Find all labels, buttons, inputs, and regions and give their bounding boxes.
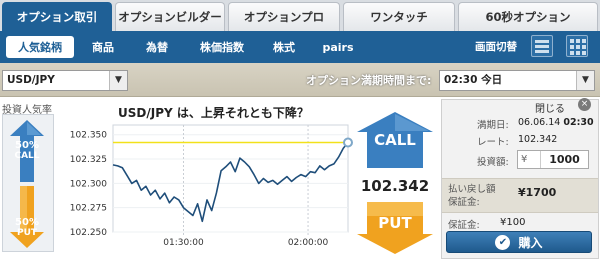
plot-area: [112, 124, 349, 233]
invest-amount-value[interactable]: 1000: [540, 151, 588, 168]
price-chart[interactable]: 102.350 102.325 102.300 102.275 102.250 01:30…: [58, 120, 353, 250]
payout-value: ¥1700: [518, 186, 557, 199]
deposit-label: 保証金:: [448, 220, 480, 231]
chevron-down-icon: ▼: [576, 71, 594, 90]
current-price-marker: [343, 137, 353, 148]
close-link[interactable]: 閉じる: [535, 100, 565, 115]
call-sentiment-percent: 50%: [15, 140, 39, 151]
close-icon[interactable]: ×: [578, 98, 591, 111]
buy-button[interactable]: ✔ 購入: [446, 231, 592, 253]
expiry-select[interactable]: 02:30 今日 ▼: [439, 70, 595, 91]
view-switch-label: 画面切替: [475, 41, 517, 53]
chart-title: USD/JPY は、上昇それとも下降？: [118, 106, 309, 120]
put-button-label[interactable]: PUT: [357, 214, 433, 232]
product-tabbar: オプション取引 オプションビルダー オプションプロ ワンタッチ 60秒オプション: [0, 0, 600, 31]
expiry-label: オプション満期時間まで:: [306, 74, 432, 87]
expiry-date-label: 満期日:: [477, 120, 509, 131]
chevron-down-icon: ▼: [109, 71, 127, 90]
x-tick-label: 02:00:00: [288, 238, 329, 248]
category-stocks[interactable]: 株式: [265, 36, 303, 58]
asset-select-value: USD/JPY: [7, 74, 55, 86]
category-commodities[interactable]: 商品: [84, 36, 122, 58]
category-forex[interactable]: 為替: [138, 36, 176, 58]
tab-option-trading[interactable]: オプション取引: [2, 2, 112, 31]
expiry-select-value: 02:30 今日: [444, 74, 503, 86]
check-icon: ✔: [495, 234, 511, 250]
buy-button-label: 購入: [518, 235, 543, 250]
grid-view-icon[interactable]: [566, 35, 588, 57]
payout-label: 払い戻し額: [448, 184, 496, 195]
put-sentiment-percent: 50%: [15, 217, 39, 228]
single-view-icon[interactable]: [531, 35, 553, 57]
y-tick-label: 102.250: [70, 228, 107, 238]
tab-option-pro[interactable]: オプションプロ: [228, 2, 340, 31]
currency-symbol: ¥: [521, 154, 528, 165]
rate-value: 102.342: [518, 134, 558, 145]
expiry-date-value: 06.06.14 02:30: [518, 117, 594, 128]
category-pairs[interactable]: pairs: [318, 36, 358, 58]
y-tick-label: 102.325: [70, 155, 107, 165]
call-sentiment-label: CALL: [14, 151, 40, 161]
call-button-label[interactable]: CALL: [357, 131, 433, 149]
selector-row: USD/JPY ▼ オプション満期時間まで: 02:30 今日 ▼: [0, 63, 600, 97]
asset-select[interactable]: USD/JPY ▼: [2, 70, 128, 91]
put-sentiment-label: PUT: [16, 228, 38, 238]
payout-guarantee-label: 保証金:: [448, 197, 480, 208]
asset-category-bar: 人気銘柄 商品 為替 株価指数 株式 pairs 画面切替: [0, 31, 600, 63]
y-tick-label: 102.350: [70, 131, 107, 141]
current-price: 102.342: [360, 177, 430, 195]
invest-amount-field[interactable]: ¥ 1000: [517, 150, 589, 169]
x-tick-label: 01:30:00: [163, 238, 204, 248]
tab-one-touch[interactable]: ワンタッチ: [343, 2, 455, 31]
y-tick-label: 102.300: [70, 179, 107, 189]
y-tick-label: 102.275: [70, 204, 107, 214]
tab-60-second-option[interactable]: 60秒オプション: [458, 2, 598, 31]
category-indices[interactable]: 株価指数: [193, 36, 251, 58]
invest-label: 投資額:: [477, 157, 509, 168]
rate-label: レート:: [477, 137, 509, 148]
tab-option-builder[interactable]: オプションビルダー: [115, 2, 225, 31]
deposit-value: ¥100: [500, 217, 526, 228]
category-popular[interactable]: 人気銘柄: [6, 36, 74, 58]
